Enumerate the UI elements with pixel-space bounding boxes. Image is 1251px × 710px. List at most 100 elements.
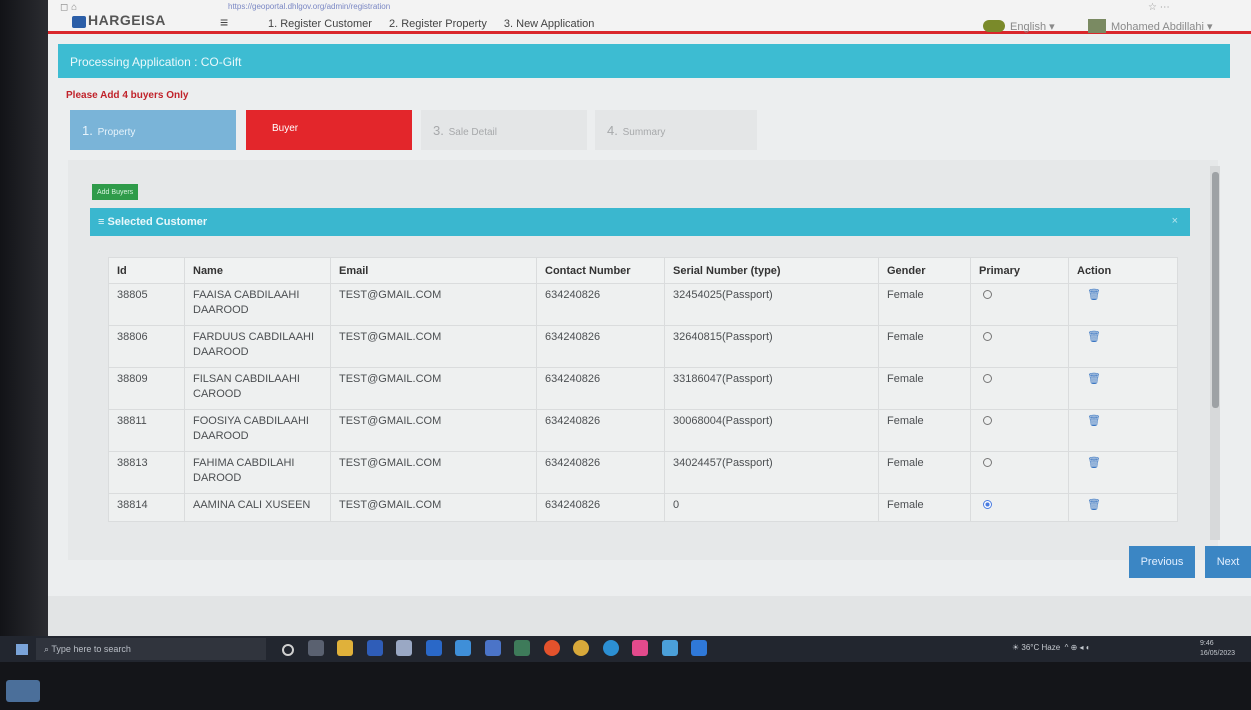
edge-icon[interactable]: [602, 640, 619, 656]
cell-name: AAMINA CALI XUSEEN: [184, 493, 331, 522]
step-number: 4.: [607, 123, 618, 138]
cell-action: 🗑: [1068, 409, 1178, 452]
app-screen: ◻ ⌂ https://geoportal.dhlgov.org/admin/r…: [48, 0, 1251, 636]
primary-radio[interactable]: [983, 416, 992, 425]
step-label: Buyer: [272, 123, 299, 134]
step-label: Summary: [622, 127, 666, 138]
app-icon[interactable]: [661, 640, 678, 656]
next-button[interactable]: Next: [1205, 546, 1251, 578]
browser-controls[interactable]: ◻ ⌂: [60, 2, 77, 13]
cortana-icon[interactable]: [282, 644, 294, 656]
device-sticker: [6, 680, 40, 702]
cell-name: FAHIMA CABDILAHI DAROOD: [184, 451, 331, 494]
cell-id: 38805: [108, 283, 185, 326]
app-icon[interactable]: [396, 640, 413, 656]
app-icon[interactable]: [632, 640, 649, 656]
cell-email: TEST@GMAIL.COM: [330, 283, 537, 326]
nav-register-property[interactable]: 2. Register Property: [389, 18, 487, 30]
step-buyer[interactable]: Buyer: [246, 110, 412, 150]
col-primary: Primary: [970, 257, 1069, 284]
file-explorer-icon[interactable]: [337, 640, 354, 656]
buyers-table: Id Name Email Contact Number Serial Numb…: [108, 257, 1178, 522]
primary-radio[interactable]: [983, 374, 992, 383]
step-label: Sale Detail: [448, 127, 497, 138]
panel-title: Selected Customer: [107, 216, 208, 228]
cell-contact: 634240826: [536, 409, 665, 452]
app-logo[interactable]: HARGEISA: [88, 12, 166, 28]
cell-action: 🗑: [1068, 325, 1178, 368]
user-menu[interactable]: Mohamed Abdillahi ▾: [1111, 20, 1213, 33]
step-summary[interactable]: 4. Summary: [595, 110, 757, 150]
app-header: ◻ ⌂ https://geoportal.dhlgov.org/admin/r…: [48, 0, 1251, 34]
cell-id: 38814: [108, 493, 185, 522]
delete-icon[interactable]: 🗑: [1087, 372, 1101, 387]
nav-register-customer[interactable]: 1. Register Customer: [268, 18, 372, 30]
top-nav: 1. Register Customer 2. Register Propert…: [268, 18, 608, 30]
cell-serial: 33186047(Passport): [664, 367, 879, 410]
mail-icon[interactable]: [455, 640, 472, 656]
table-row: 38811 FOOSIYA CABDILAAHI DAAROOD TEST@GMAI…: [108, 409, 1178, 452]
step-number: 3.: [433, 123, 444, 138]
cell-id: 38813: [108, 451, 185, 494]
browser-toolbar-icons[interactable]: ☆ ⋯: [1148, 2, 1170, 13]
taskbar-apps: [282, 640, 718, 658]
cell-action: 🗑: [1068, 451, 1178, 494]
cell-name: FARDUUS CABDILAAHI DAAROOD: [184, 325, 331, 368]
cell-email: TEST@GMAIL.COM: [330, 409, 537, 452]
taskbar-search-input[interactable]: ⌕ Type here to search: [36, 638, 266, 660]
cell-gender: Female: [878, 367, 971, 410]
dropbox-icon[interactable]: [425, 640, 442, 656]
buyer-limit-warning: Please Add 4 buyers Only: [66, 90, 189, 101]
primary-radio[interactable]: [983, 500, 992, 509]
delete-icon[interactable]: 🗑: [1087, 288, 1101, 303]
table-row: 38809 FILSAN CABDILAAHI CAROOD TEST@GMAIL.…: [108, 367, 1178, 410]
cell-id: 38809: [108, 367, 185, 410]
cell-primary: [970, 283, 1069, 326]
app-icon[interactable]: [573, 640, 590, 656]
language-select[interactable]: English ▾: [1010, 20, 1055, 33]
primary-radio[interactable]: [983, 458, 992, 467]
windows-start-icon[interactable]: [16, 644, 28, 655]
scrollbar-thumb[interactable]: [1212, 172, 1219, 408]
clock-date: 16/05/2023: [1200, 650, 1236, 657]
clock-time: 9:46: [1200, 640, 1214, 647]
table-row: 38805 FAAISA CABDILAAHI DAAROOD TEST@GMAIL…: [108, 283, 1178, 326]
cell-name: FOOSIYA CABDILAAHI DAAROOD: [184, 409, 331, 452]
task-view-icon[interactable]: [307, 640, 324, 656]
step-sale-detail[interactable]: 3. Sale Detail: [421, 110, 587, 150]
windows-taskbar: ⌕ Type here to search ☀ 36°C Haze ^ ⊕ ◂ …: [0, 636, 1251, 662]
delete-icon[interactable]: 🗑: [1087, 414, 1101, 429]
add-buyers-button[interactable]: Add Buyers: [92, 184, 139, 200]
monitor-bezel-left: [0, 0, 48, 710]
nav-new-application[interactable]: 3. New Application: [504, 18, 595, 30]
previous-button[interactable]: Previous: [1129, 546, 1195, 578]
calculator-icon[interactable]: [514, 640, 531, 656]
cell-primary: [970, 409, 1069, 452]
delete-icon[interactable]: 🗑: [1087, 498, 1101, 513]
store-icon[interactable]: [366, 640, 383, 656]
system-tray[interactable]: ☀ 36°C Haze ^ ⊕ ◂ ◐: [1012, 643, 1091, 652]
cell-gender: Female: [878, 493, 971, 522]
collapse-icon[interactable]: ×: [1172, 215, 1178, 227]
chrome-icon[interactable]: [543, 640, 560, 656]
address-bar[interactable]: https://geoportal.dhlgov.org/admin/regis…: [228, 2, 390, 11]
clock[interactable]: 9:46 16/05/2023: [1200, 639, 1235, 659]
monitor-bezel-bottom: [0, 662, 1251, 710]
delete-icon[interactable]: 🗑: [1087, 456, 1101, 471]
cell-serial: 0: [664, 493, 879, 522]
col-gender: Gender: [878, 257, 971, 284]
primary-radio[interactable]: [983, 332, 992, 341]
cell-contact: 634240826: [536, 283, 665, 326]
outlook-icon[interactable]: [484, 640, 501, 656]
col-serial: Serial Number (type): [664, 257, 879, 284]
selected-customer-header: ≡ Selected Customer ×: [90, 208, 1190, 236]
menu-icon[interactable]: ≡: [220, 14, 228, 30]
step-property[interactable]: 1. Property: [70, 110, 236, 150]
cell-serial: 32640815(Passport): [664, 325, 879, 368]
cell-email: TEST@GMAIL.COM: [330, 493, 537, 522]
cell-gender: Female: [878, 451, 971, 494]
primary-radio[interactable]: [983, 290, 992, 299]
page-footer: [48, 596, 1251, 636]
photos-icon[interactable]: [691, 640, 708, 656]
delete-icon[interactable]: 🗑: [1087, 330, 1101, 345]
